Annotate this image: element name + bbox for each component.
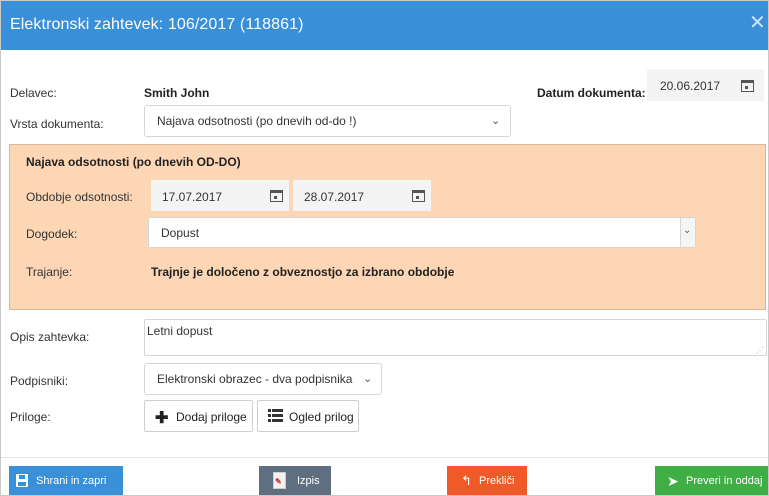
- add-attachments-button[interactable]: ✚ Dodaj priloge: [144, 400, 253, 432]
- event-dropdown-toggle[interactable]: ⌄: [680, 218, 695, 247]
- paper-plane-icon: ➤: [667, 473, 679, 489]
- submit-label: Preveri in oddaj: [686, 475, 763, 487]
- worker-value: Smith John: [144, 86, 210, 100]
- doc-date-label: Datum dokumenta:: [537, 86, 646, 100]
- chevron-down-icon: ⌄: [683, 225, 692, 236]
- doc-date-field[interactable]: 20.06.2017: [647, 69, 764, 101]
- save-close-label: Shrani in zapri: [36, 475, 107, 487]
- absence-panel: Najava odsotnosti (po dnevih OD-DO) Obdo…: [9, 144, 766, 310]
- calendar-icon[interactable]: [412, 190, 425, 202]
- date-from-value: 17.07.2017: [162, 190, 223, 204]
- view-attachments-button[interactable]: Ogled prilog: [257, 400, 359, 432]
- view-attachments-label: Ogled prilog: [289, 410, 354, 424]
- signers-selected: Elektronski obrazec - dva podpisnika: [157, 372, 353, 386]
- panel-heading: Najava odsotnosti (po dnevih OD-DO): [26, 155, 241, 169]
- submit-button[interactable]: ➤ Preveri in oddaj: [655, 466, 768, 495]
- doc-type-selected: Najava odsotnosti (po dnevih od-do !): [157, 114, 357, 128]
- description-value: Letni dopust: [147, 324, 213, 338]
- doc-type-label: Vrsta dokumenta:: [10, 117, 104, 131]
- description-label: Opis zahtevka:: [10, 330, 90, 344]
- period-label: Obdobje odsotnosti:: [26, 190, 133, 204]
- request-dialog: Elektronski zahtevek: 106/2017 (118861) …: [0, 0, 769, 496]
- dialog-title: Elektronski zahtevek: 106/2017 (118861): [10, 16, 304, 33]
- resize-handle-icon[interactable]: ⋰: [756, 346, 764, 355]
- cancel-label: Prekliči: [479, 475, 515, 487]
- plus-icon: ✚: [155, 410, 169, 427]
- doc-date-value: 20.06.2017: [660, 79, 721, 93]
- date-to-value: 28.07.2017: [304, 190, 365, 204]
- print-label: Izpis: [297, 475, 320, 487]
- description-textarea[interactable]: Letni dopust ⋰: [144, 319, 767, 356]
- date-from-field[interactable]: 17.07.2017: [151, 180, 289, 211]
- add-attachments-label: Dodaj priloge: [176, 410, 247, 424]
- save-icon: [16, 474, 28, 487]
- doc-type-select[interactable]: Najava odsotnosti (po dnevih od-do !) ⌄: [144, 105, 511, 137]
- chevron-down-icon: ⌄: [363, 373, 373, 385]
- attachments-label: Priloge:: [10, 410, 51, 424]
- event-select[interactable]: Dopust ⌄: [148, 217, 696, 248]
- close-icon[interactable]: ✕: [749, 13, 766, 33]
- event-selected: Dopust: [161, 226, 200, 240]
- save-close-button[interactable]: Shrani in zapri: [9, 466, 123, 495]
- undo-arrow-icon: ↰: [461, 473, 472, 488]
- print-button[interactable]: ✎ Izpis: [259, 466, 331, 495]
- signers-label: Podpisniki:: [10, 374, 69, 388]
- calendar-icon[interactable]: [270, 190, 283, 202]
- signers-select[interactable]: Elektronski obrazec - dva podpisnika ⌄: [144, 363, 382, 395]
- calendar-icon[interactable]: [741, 80, 754, 92]
- dialog-title-bar: Elektronski zahtevek: 106/2017 (118861) …: [1, 1, 768, 50]
- duration-label: Trajanje:: [26, 265, 73, 279]
- date-to-field[interactable]: 28.07.2017: [293, 180, 431, 211]
- worker-label: Delavec:: [10, 86, 57, 100]
- duration-value: Trajnje je določeno z obveznostjo za izb…: [151, 265, 455, 279]
- cancel-button[interactable]: ↰ Prekliči: [447, 466, 527, 495]
- chevron-down-icon: ⌄: [491, 115, 501, 127]
- pdf-icon: ✎: [273, 472, 286, 489]
- footer-divider: [1, 457, 768, 458]
- event-label: Dogodek:: [26, 227, 78, 241]
- list-icon: [268, 409, 283, 422]
